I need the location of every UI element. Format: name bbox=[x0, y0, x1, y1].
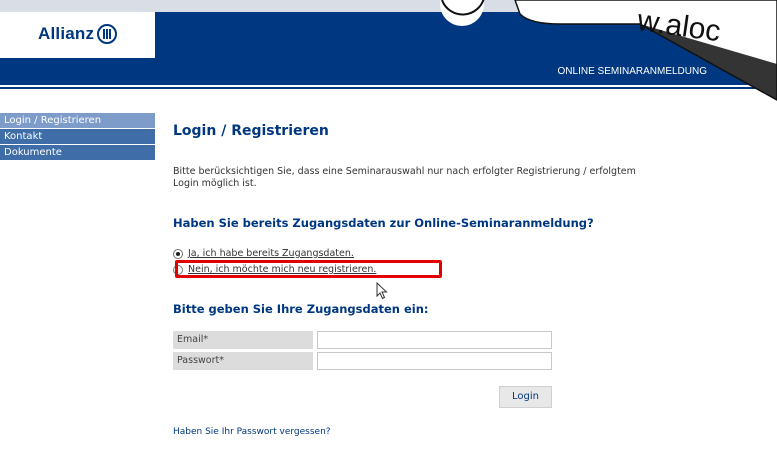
email-field[interactable] bbox=[317, 331, 552, 349]
sidebar-item-login-register[interactable]: Login / Registrieren bbox=[0, 113, 155, 128]
intro-text: Bitte berücksichtigen Sie, dass eine Sem… bbox=[173, 166, 636, 189]
page-title: Login / Registrieren bbox=[173, 123, 329, 139]
mouse-cursor-icon bbox=[376, 282, 388, 300]
login-button[interactable]: Login bbox=[499, 386, 552, 408]
email-label: Email* bbox=[173, 331, 313, 349]
password-label: Passwort* bbox=[173, 352, 313, 370]
top-nav-bar: ONLINE SEMINARANMELDUNG bbox=[0, 58, 777, 85]
sidebar-nav: Login / Registrieren Kontakt Dokumente bbox=[0, 113, 155, 161]
radio-label-existing[interactable]: Ja, ich habe bereits Zugangsdaten. bbox=[188, 248, 354, 259]
red-highlight-box bbox=[175, 260, 442, 278]
logo-text: Allianz bbox=[38, 24, 95, 43]
login-heading: Bitte geben Sie Ihre Zugangsdaten ein: bbox=[173, 302, 429, 316]
sidebar-item-documents[interactable]: Dokumente bbox=[0, 145, 155, 160]
question-heading: Haben Sie bereits Zugangsdaten zur Onlin… bbox=[173, 216, 594, 230]
online-seminar-nav-label[interactable]: ONLINE SEMINARANMELDUNG bbox=[558, 66, 707, 77]
radio-option-existing[interactable]: Ja, ich habe bereits Zugangsdaten. bbox=[173, 248, 354, 259]
sidebar-item-contact[interactable]: Kontakt bbox=[0, 129, 155, 144]
radio-button-existing[interactable] bbox=[173, 248, 183, 259]
allianz-eagle-icon bbox=[97, 24, 118, 44]
password-field[interactable] bbox=[317, 352, 552, 370]
allianz-logo[interactable]: Allianz bbox=[38, 24, 118, 44]
forgot-password-link[interactable]: Haben Sie Ihr Passwort vergessen? bbox=[173, 427, 331, 437]
header-divider bbox=[0, 87, 777, 89]
